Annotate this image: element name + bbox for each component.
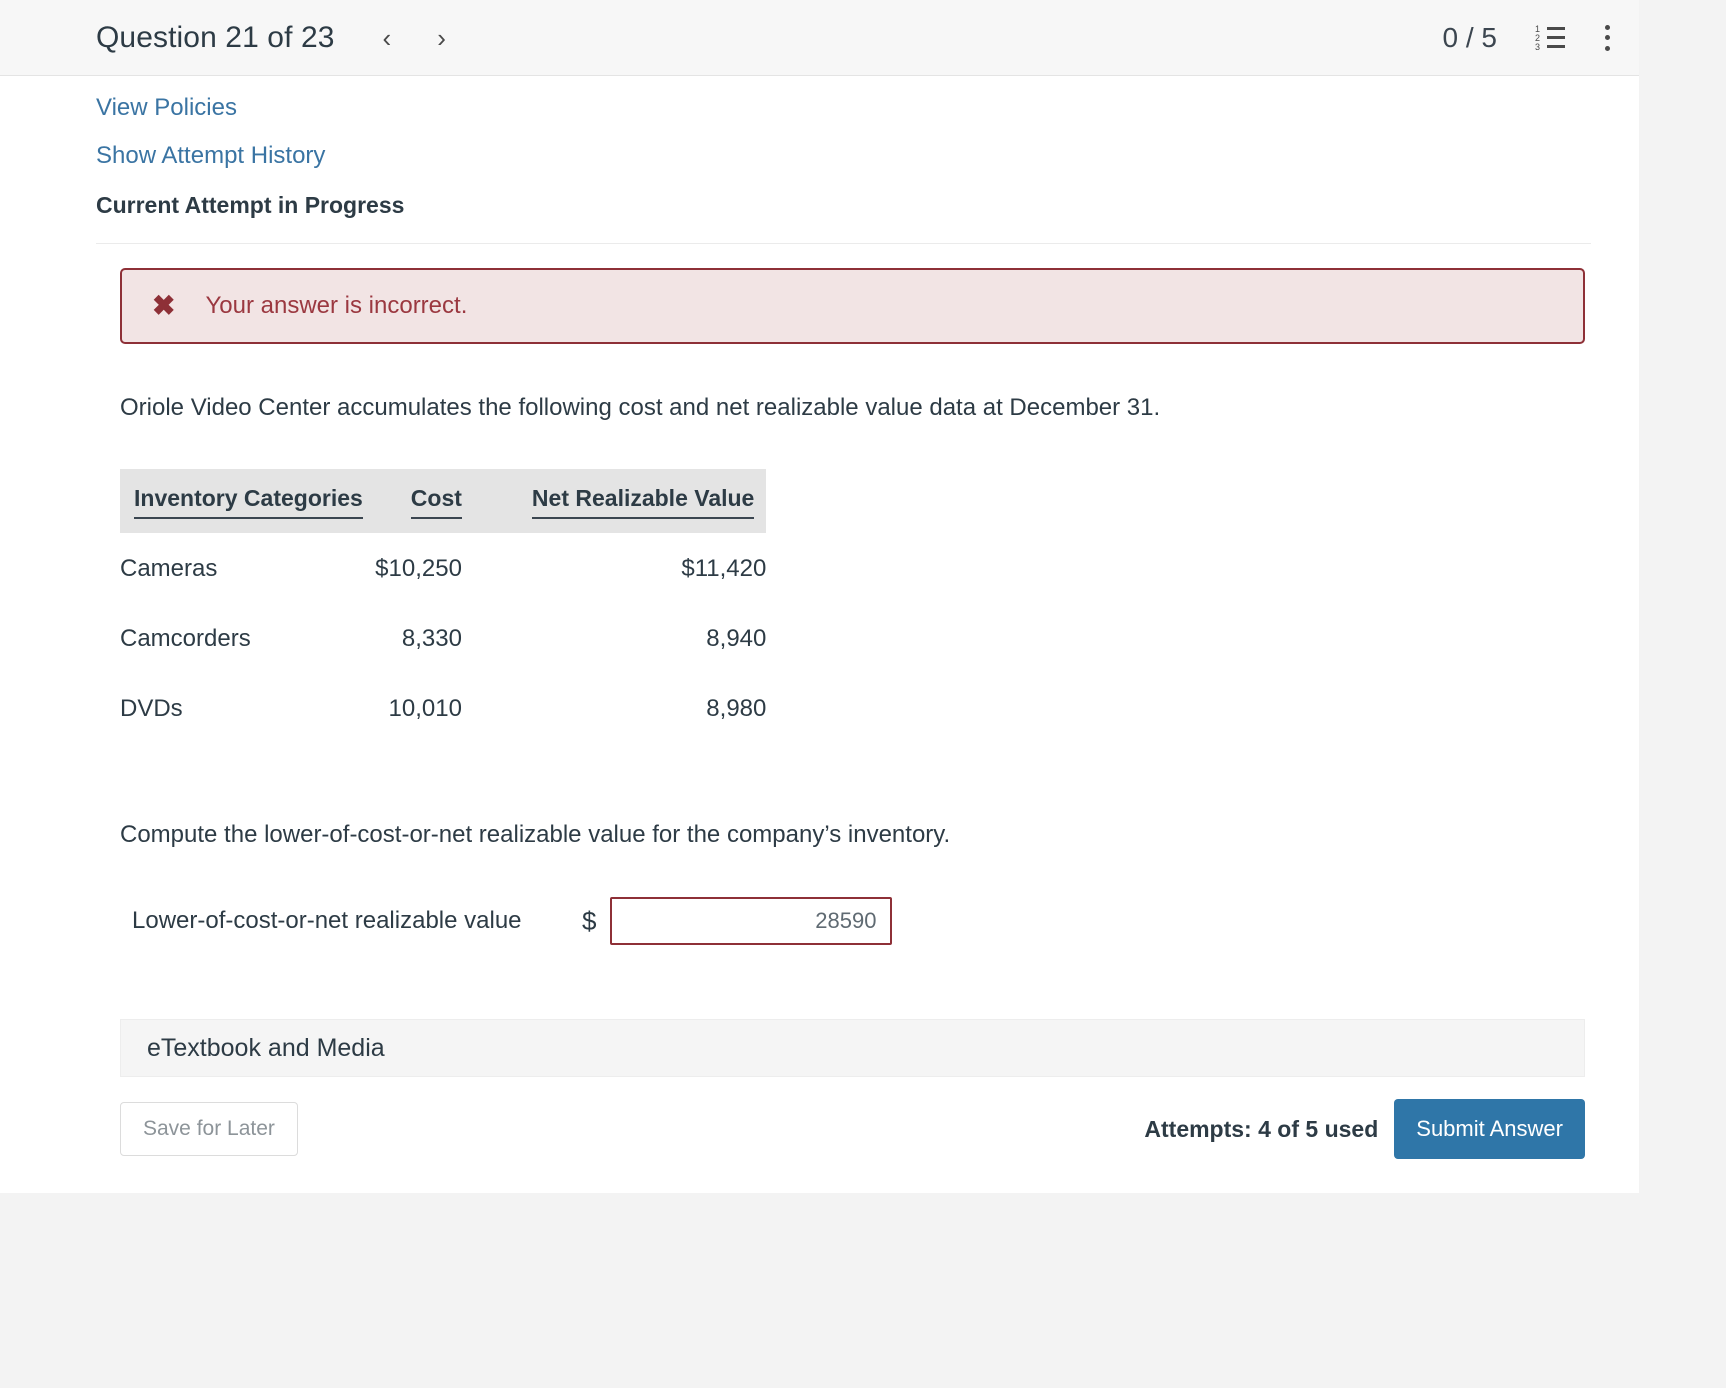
cell-cost: 10,010 <box>388 695 462 722</box>
header-right-group: 0 / 5 1 2 3 <box>1443 22 1611 54</box>
cell-category: Cameras <box>120 555 218 582</box>
cell-category: Camcorders <box>120 625 251 652</box>
table-row: DVDs 10,010 8,980 <box>120 673 766 743</box>
table-body: Cameras $10,250 $11,420 Camcorders 8,330… <box>120 533 766 743</box>
error-x-icon: ✖ <box>152 290 176 321</box>
numbered-list-icon[interactable]: 1 2 3 <box>1535 24 1565 51</box>
currency-symbol: $ <box>582 905 597 936</box>
answer-input[interactable] <box>610 897 893 945</box>
cell-cost: $10,250 <box>375 555 462 582</box>
table-head: Inventory Categories Cost Net Realizable… <box>120 469 767 533</box>
attempts-status: Attempts: 4 of 5 used <box>1144 1115 1379 1142</box>
cell-nrv: 8,980 <box>706 695 767 722</box>
table-header-row: Inventory Categories Cost Net Realizable… <box>120 469 767 533</box>
table-row: Cameras $10,250 $11,420 <box>120 533 766 603</box>
answer-label: Lower-of-cost-or-net realizable value <box>132 907 522 934</box>
alert-message: Your answer is incorrect. <box>205 292 468 319</box>
question-header-bar: Question 21 of 23 ‹ › 0 / 5 1 2 3 <box>0 0 1639 76</box>
question-footer: Save for Later Attempts: 4 of 5 used Sub… <box>120 1077 1585 1193</box>
etextbook-and-media-bar[interactable]: eTextbook and Media <box>120 1019 1585 1077</box>
save-for-later-button[interactable]: Save for Later <box>120 1102 298 1156</box>
submit-answer-button[interactable]: Submit Answer <box>1394 1099 1585 1159</box>
question-navigation: ‹ › <box>377 23 452 53</box>
score-display: 0 / 5 <box>1442 21 1497 53</box>
incorrect-answer-alert: ✖ Your answer is incorrect. <box>120 268 1585 344</box>
cell-cost: 8,330 <box>401 625 462 652</box>
list-line-1 <box>1547 26 1565 30</box>
question-panel: View Policies Show Attempt History Curre… <box>0 76 1639 1193</box>
next-question-button[interactable]: › <box>431 23 452 53</box>
cell-nrv: $11,420 <box>681 555 767 582</box>
column-header-nrv: Net Realizable Value <box>461 469 767 533</box>
question-body: ✖ Your answer is incorrect. Oriole Video… <box>0 268 1639 1193</box>
question-intro-text: Oriole Video Center accumulates the foll… <box>120 394 1161 421</box>
cell-category: DVDs <box>120 695 183 722</box>
footer-right-group: Attempts: 4 of 5 used Submit Answer <box>1144 1099 1585 1159</box>
page-title: Question 21 of 23 <box>96 20 335 54</box>
cell-nrv: 8,940 <box>706 625 767 652</box>
more-options-icon[interactable] <box>1603 23 1611 53</box>
list-line-3 <box>1547 44 1565 48</box>
previous-question-button[interactable]: ‹ <box>377 23 398 53</box>
column-header-cost: Cost <box>362 469 462 533</box>
column-header-categories: Inventory Categories <box>120 469 363 533</box>
quiz-screen: Question 21 of 23 ‹ › 0 / 5 1 2 3 View P… <box>0 0 1726 1388</box>
inventory-table: Inventory Categories Cost Net Realizable… <box>120 469 767 743</box>
current-attempt-heading: Current Attempt in Progress <box>96 192 1591 244</box>
policy-links: View Policies Show Attempt History <box>0 76 1639 170</box>
list-line-2 <box>1547 35 1565 39</box>
answer-row: Lower-of-cost-or-net realizable value $ <box>120 897 1585 945</box>
table-row: Camcorders 8,330 8,940 <box>120 603 766 673</box>
kebab-dot-3 <box>1604 45 1610 51</box>
kebab-dot-1 <box>1604 24 1610 30</box>
show-attempt-history-link[interactable]: Show Attempt History <box>96 142 325 170</box>
kebab-dot-2 <box>1604 35 1610 40</box>
view-policies-link[interactable]: View Policies <box>96 94 237 122</box>
question-instruction-text: Compute the lower-of-cost-or-net realiza… <box>120 821 951 848</box>
